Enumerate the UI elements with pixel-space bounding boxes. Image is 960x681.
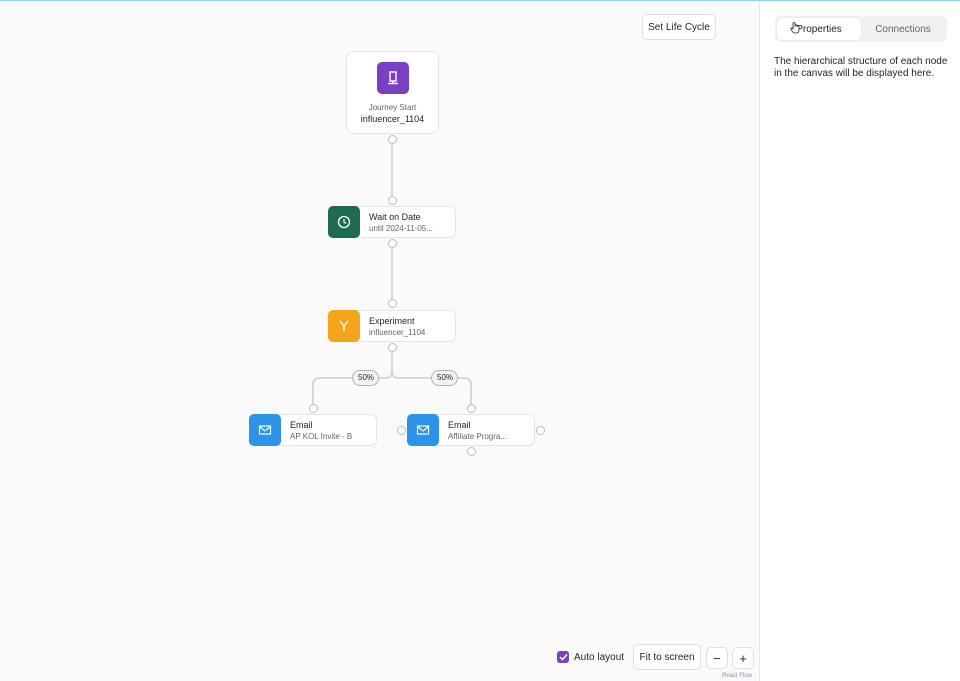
set-life-cycle-button[interactable]: Set Life Cycle [642,14,716,40]
journey-start-node[interactable]: Journey Start influencer_1104 [346,51,439,134]
split-icon [328,310,360,342]
email-b-output-handle[interactable] [467,447,476,456]
email-b-left-handle[interactable] [397,426,406,435]
node-title: Email [290,419,313,430]
wait-on-date-node[interactable]: Wait on Date until 2024-11-05... [328,206,456,238]
node-subtitle: influencer_1104 [360,114,425,124]
zoom-in-button[interactable]: + [732,647,754,669]
email-node-a[interactable]: Email AP KOL Invite - B [249,414,377,446]
node-subtitle: until 2024-11-05... [369,223,433,233]
hand-cursor-icon [790,21,801,39]
node-subtitle: AP KOL Invite - B [290,431,353,441]
experiment-node[interactable]: Experiment influencer_1104 [328,310,456,342]
email-a-input-handle[interactable] [309,404,318,413]
auto-layout-label: Auto layout [574,651,625,663]
properties-panel: Properties Connections The hierarchical … [759,1,960,681]
experiment-input-handle[interactable] [388,299,397,308]
tab-connections[interactable]: Connections [861,18,945,40]
branch-percent-badge-right[interactable]: 50% [431,370,458,386]
node-subtitle: influencer_1104 [369,327,426,337]
email-b-right-handle[interactable] [536,426,545,435]
node-subtitle: Affiliate Progra... [448,431,507,441]
panel-description: The hierarchical structure of each node … [774,56,948,79]
zoom-out-button[interactable]: − [706,647,728,669]
mail-icon [407,414,439,446]
node-title: Journey Start [368,103,417,112]
wait-input-handle[interactable] [388,196,397,205]
flag-icon [376,62,409,94]
wait-output-handle[interactable] [388,239,397,248]
clock-icon [328,206,360,238]
mail-icon [249,414,281,446]
node-title: Email [448,419,471,430]
experiment-output-handle[interactable] [388,343,397,352]
node-title: Experiment [369,315,415,326]
flow-canvas[interactable]: Journey Start influencer_1104 Wait on Da… [0,1,759,681]
checkbox-checked-icon[interactable] [557,651,569,663]
email-b-input-handle[interactable] [467,404,476,413]
email-node-b[interactable]: Email Affiliate Progra... [407,414,535,446]
start-output-handle[interactable] [388,135,397,144]
fit-to-screen-button[interactable]: Fit to screen [633,644,701,670]
node-title: Wait on Date [369,211,421,222]
branch-percent-badge-left[interactable]: 50% [352,370,379,386]
auto-layout-toggle[interactable]: Auto layout [557,649,624,665]
react-flow-attribution[interactable]: React Flow [722,673,752,679]
